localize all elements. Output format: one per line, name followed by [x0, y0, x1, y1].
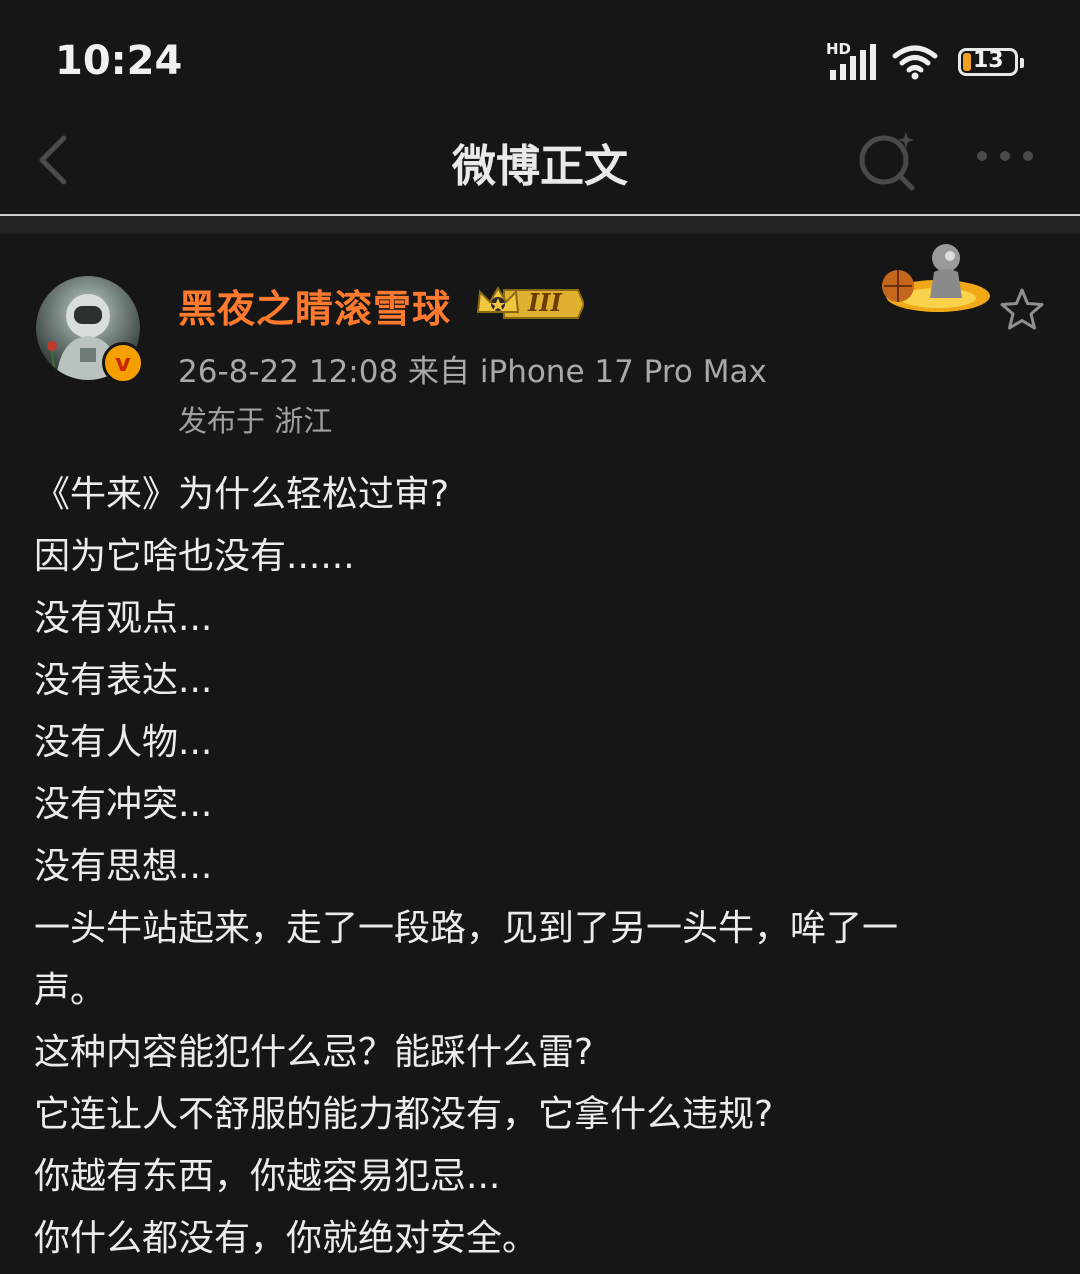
wifi-icon [892, 45, 938, 80]
search-icon [859, 132, 915, 191]
post-line: 没有人物... [34, 722, 213, 763]
status-time: 10:24 [55, 38, 183, 84]
post-line: 你什么都没有，你就绝对安全。 [34, 1218, 539, 1259]
status-icons: HD 13 [826, 40, 1024, 84]
more-icon [977, 151, 1033, 161]
battery-icon: 13 [958, 48, 1024, 76]
username[interactable]: 黑夜之睛滚雪球 [178, 278, 451, 333]
more-button[interactable] [970, 136, 1040, 176]
nav-bar: 微博正文 [0, 110, 1080, 216]
battery-tip [1020, 58, 1024, 68]
section-divider [0, 216, 1080, 234]
post-line: 《牛来》为什么轻松过审? [34, 474, 450, 515]
post-body: 《牛来》为什么轻松过审? 因为它啥也没有...... 没有观点... 没有表达.… [34, 464, 1034, 1270]
post-line: 这种内容能犯什么忌？能踩什么雷? [34, 1032, 594, 1073]
vip-level: III [528, 288, 562, 317]
favorite-button[interactable] [998, 286, 1046, 334]
fan-badge-decoration[interactable] [876, 238, 994, 318]
post-location: 发布于 浙江 [178, 404, 333, 438]
battery-level: 13 [973, 48, 1004, 73]
star-icon [1000, 288, 1044, 330]
signal-icon: HD [826, 40, 880, 82]
post-line: 没有思想... [34, 846, 213, 887]
post-line: 它连让人不舒服的能力都没有，它拿什么违规? [34, 1094, 774, 1135]
post-meta: 26-8-22 12:08 来自 iPhone 17 Pro Max [178, 354, 767, 390]
post-line: 没有表达... [34, 660, 213, 701]
post-line: 声。 [34, 970, 107, 1011]
verified-badge: v [102, 342, 144, 384]
post-line: 没有观点... [34, 598, 213, 639]
network-label: HD [826, 40, 852, 58]
status-bar: 10:24 HD 13 [0, 0, 1080, 110]
post-line: 一头牛站起来，走了一段路，见到了另一头牛，哞了一 [34, 908, 899, 949]
basketball-player-icon [882, 244, 990, 312]
battery-fill [963, 53, 971, 71]
post-line: 因为它啥也没有...... [34, 536, 355, 577]
search-button[interactable] [854, 126, 920, 192]
vip-badge[interactable]: III [474, 282, 586, 326]
post-card: v 黑夜之睛滚雪球 III 26-8-22 12:08 来自 iPhone 17… [0, 234, 1080, 1274]
post-line: 没有冲突... [34, 784, 213, 825]
post-line: 你越有东西，你越容易犯忌... [34, 1156, 501, 1197]
